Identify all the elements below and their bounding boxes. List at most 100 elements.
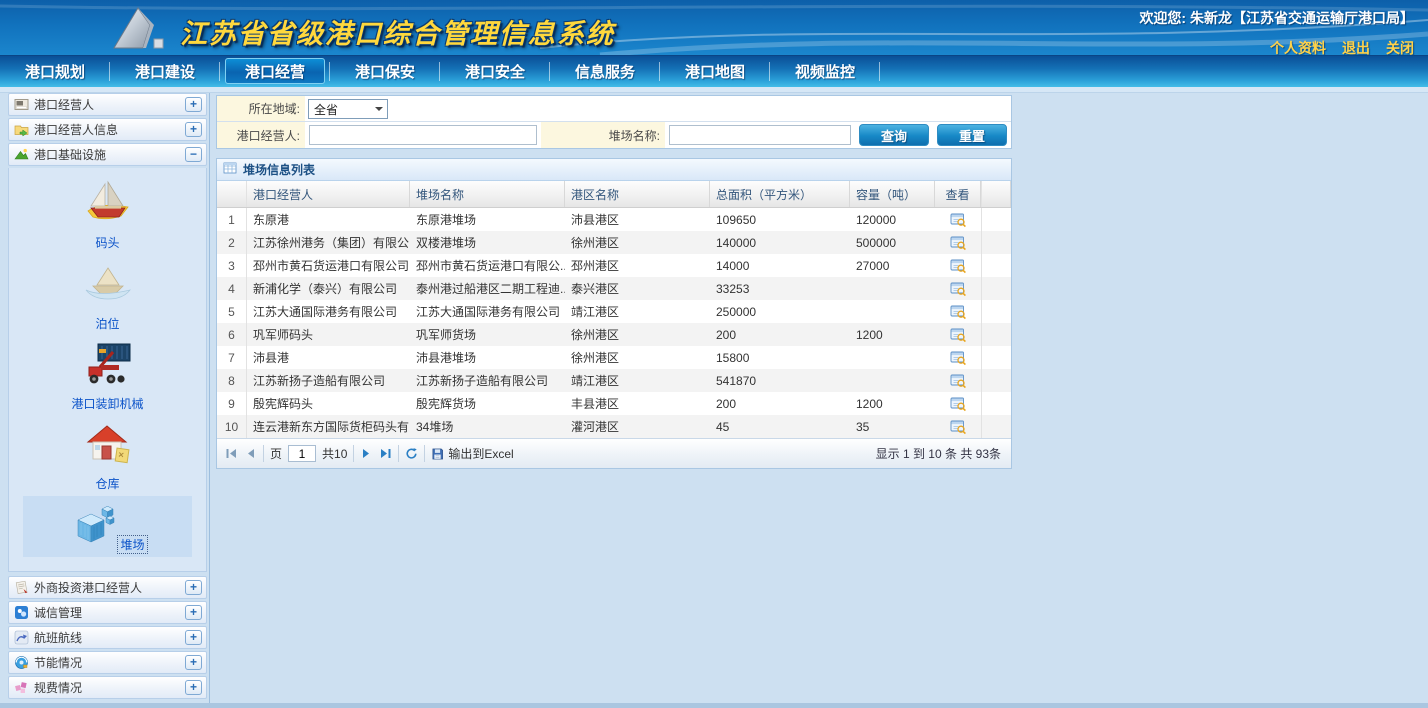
tab-information-service[interactable]: 信息服务 xyxy=(550,56,660,87)
expand-icon[interactable]: + xyxy=(185,630,202,645)
tab-label: 信息服务 xyxy=(575,61,635,82)
tab-port-safety[interactable]: 港口安全 xyxy=(440,56,550,87)
view-button[interactable] xyxy=(935,277,981,300)
yard-name-cell: 东原港堆场 xyxy=(410,208,565,231)
tab-port-planning[interactable]: 港口规划 xyxy=(0,56,110,87)
view-button[interactable] xyxy=(935,415,981,438)
region-label: 所在地域: xyxy=(217,96,305,121)
view-button[interactable] xyxy=(935,369,981,392)
grid-title-bar: 堆场信息列表 xyxy=(217,159,1011,181)
operator-input[interactable] xyxy=(309,125,537,145)
total-area-cell: 200 xyxy=(710,323,850,346)
group-port-infrastructure[interactable]: 港口基础设施 − xyxy=(8,143,207,166)
total-area-cell: 140000 xyxy=(710,231,850,254)
chevron-down-icon xyxy=(375,107,383,115)
first-page-button[interactable] xyxy=(225,447,238,460)
yard-name-cell: 殷宪辉货场 xyxy=(410,392,565,415)
view-button[interactable] xyxy=(935,208,981,231)
prev-page-button[interactable] xyxy=(244,447,257,460)
view-button[interactable] xyxy=(935,323,981,346)
tab-port-construction[interactable]: 港口建设 xyxy=(110,56,220,87)
yard-name-cell: 江苏新扬子造船有限公司 xyxy=(410,369,565,392)
expand-icon[interactable]: + xyxy=(185,97,202,112)
grid-header: 港口经营人堆场名称港区名称总面积（平方米）容量（吨）查看 xyxy=(217,181,1011,208)
tab-video-monitor[interactable]: 视频监控 xyxy=(770,56,880,87)
view-button[interactable] xyxy=(935,254,981,277)
item-machinery[interactable]: 港口装卸机械 xyxy=(23,335,192,415)
expand-icon[interactable]: + xyxy=(185,680,202,695)
header-cell-num xyxy=(217,181,247,207)
expand-icon[interactable]: + xyxy=(185,605,202,620)
table-row: 4新浦化学（泰兴）有限公司泰州港过船港区二期工程迪...泰兴港区33253 xyxy=(217,277,1011,300)
export-excel-button[interactable]: 输出到Excel xyxy=(431,445,513,462)
last-page-button[interactable] xyxy=(379,447,392,460)
save-icon xyxy=(431,447,444,460)
table-row: 6巩军师码头巩军师货场徐州港区2001200 xyxy=(217,323,1011,346)
logout-link[interactable]: 退出 xyxy=(1342,38,1370,55)
tab-port-operation[interactable]: 港口经营 xyxy=(220,56,330,87)
expand-icon[interactable]: + xyxy=(185,122,202,137)
total-pages-label: 共10 xyxy=(322,445,347,462)
port-area-cell: 沛县港区 xyxy=(565,208,710,231)
operator-cell: 江苏徐州港务（集团）有限公司 xyxy=(247,231,410,254)
operator-cell: 江苏新扬子造船有限公司 xyxy=(247,369,410,392)
foreign-icon xyxy=(14,580,29,595)
item-yard[interactable]: 堆场 xyxy=(23,496,192,557)
item-dock[interactable]: 码头 xyxy=(23,174,192,254)
operator-cell: 江苏大通国际港务有限公司 xyxy=(247,300,410,323)
view-button[interactable] xyxy=(935,346,981,369)
operator-cell: 新浦化学（泰兴）有限公司 xyxy=(247,277,410,300)
folder-icon xyxy=(14,122,29,137)
group-port-operator[interactable]: 港口经营人+ xyxy=(8,93,207,116)
header-cell: 港区名称 xyxy=(565,181,710,207)
group-label: 外商投资港口经营人 xyxy=(34,579,142,596)
profile-link[interactable]: 个人资料 xyxy=(1270,38,1326,55)
item-warehouse[interactable]: 仓库 xyxy=(23,415,192,495)
capacity-cell xyxy=(850,300,935,323)
item-berth[interactable]: 泊位 xyxy=(23,255,192,335)
group-label: 港口基础设施 xyxy=(34,146,106,163)
yard-name-cell: 泰州港过船港区二期工程迪... xyxy=(410,277,565,300)
tab-port-map[interactable]: 港口地图 xyxy=(660,56,770,87)
total-area-cell: 45 xyxy=(710,415,850,438)
group-fees[interactable]: 规费情况+ xyxy=(8,676,207,699)
operator-cell: 东原港 xyxy=(247,208,410,231)
pagination-bar: 页 共10 输出到Excel 显示 1 到 10 条 共 93条 xyxy=(217,438,1011,468)
page-number-input[interactable] xyxy=(288,445,316,462)
view-button[interactable] xyxy=(935,231,981,254)
close-link[interactable]: 关闭 xyxy=(1386,38,1414,55)
collapse-icon[interactable]: − xyxy=(185,147,202,162)
table-row: 7沛县港沛县港堆场徐州港区15800 xyxy=(217,346,1011,369)
group-port-operator-info[interactable]: 港口经营人信息 + xyxy=(8,118,207,141)
row-number-cell: 6 xyxy=(217,323,247,346)
view-button[interactable] xyxy=(935,392,981,415)
refresh-button[interactable] xyxy=(405,447,418,460)
application-window: { "header": { "title": "江苏省省级港口综合管理信息系统"… xyxy=(0,0,1428,708)
capacity-cell xyxy=(850,346,935,369)
yard-name-input[interactable] xyxy=(669,125,851,145)
view-button[interactable] xyxy=(935,300,981,323)
nav-tabs: 港口规划港口建设港口经营港口保安港口安全 信息服务 港口地图 视频监控 xyxy=(0,55,1428,87)
fees-icon xyxy=(14,680,29,695)
page-label: 页 xyxy=(270,445,282,462)
yard-name-cell: 江苏大通国际港务有限公司 xyxy=(410,300,565,323)
query-button[interactable]: 查询 xyxy=(859,124,929,146)
expand-icon[interactable]: + xyxy=(185,580,202,595)
app-header: 江苏省省级港口综合管理信息系统 欢迎您: 朱新龙【江苏省交通运输厅港口局】 个人… xyxy=(0,0,1428,55)
tab-label: 港口地图 xyxy=(685,61,745,82)
group-label: 港口经营人信息 xyxy=(34,121,118,138)
expand-icon[interactable]: + xyxy=(185,655,202,670)
search-panel: 所在地域: 全省 港口经营人: 堆场名称: 查询 重置 xyxy=(216,95,1012,149)
welcome-text: 欢迎您: 朱新龙【江苏省交通运输厅港口局】 xyxy=(1139,8,1414,28)
group-foreign-investment-operator[interactable]: 外商投资港口经营人 + xyxy=(8,576,207,599)
record-summary: 显示 1 到 10 条 共 93条 xyxy=(876,445,1001,462)
tab-port-security[interactable]: 港口保安 xyxy=(330,56,440,87)
group-energy-saving[interactable]: 节能情况+ xyxy=(8,651,207,674)
group-flight-routes[interactable]: 航班航线+ xyxy=(8,626,207,649)
nav-bottom-strip xyxy=(0,87,1428,93)
region-select[interactable]: 全省 xyxy=(308,99,388,119)
reset-button[interactable]: 重置 xyxy=(937,124,1007,146)
group-credit-management[interactable]: 诚信管理+ xyxy=(8,601,207,624)
total-area-cell: 33253 xyxy=(710,277,850,300)
next-page-button[interactable] xyxy=(360,447,373,460)
